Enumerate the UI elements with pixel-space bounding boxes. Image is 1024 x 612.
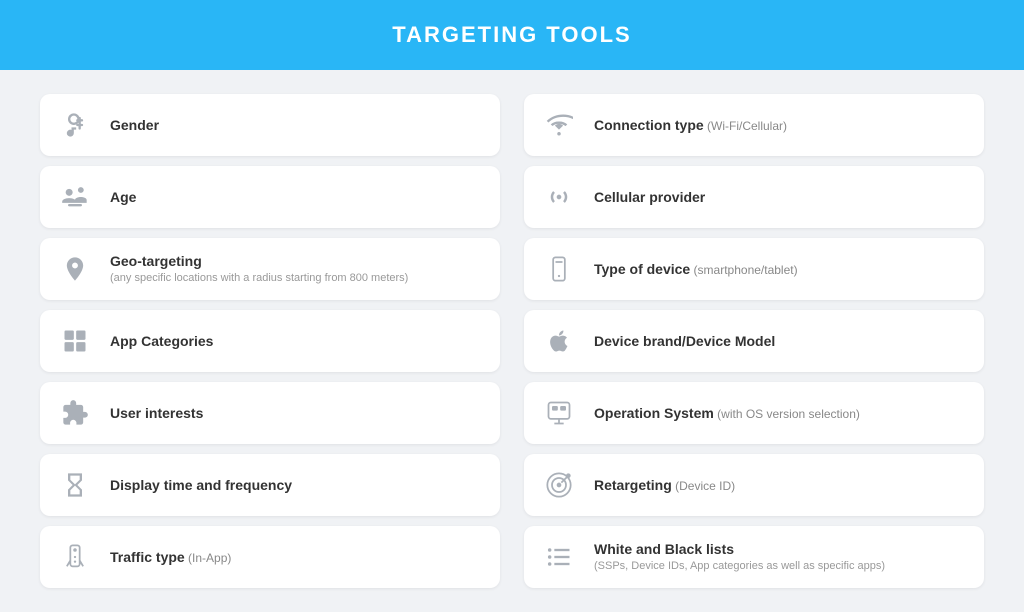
card-subtitle-geo-targeting: (any specific locations with a radius st… xyxy=(110,271,408,285)
card-text-user-interests: User interests xyxy=(110,405,203,421)
card-display-time: Display time and frequency xyxy=(40,454,500,516)
list-icon xyxy=(540,538,578,576)
card-title-traffic-type: Traffic type (In-App) xyxy=(110,549,231,565)
gender-icon xyxy=(56,106,94,144)
card-text-connection-type: Connection type (Wi-Fi/Cellular) xyxy=(594,117,787,133)
hourglass-icon xyxy=(56,466,94,504)
card-cellular-provider: Cellular provider xyxy=(524,166,984,228)
app-icon xyxy=(56,322,94,360)
card-title-type-of-device: Type of device (smartphone/tablet) xyxy=(594,261,798,277)
card-connection-type: Connection type (Wi-Fi/Cellular) xyxy=(524,94,984,156)
os-icon xyxy=(540,394,578,432)
wifi-icon xyxy=(540,106,578,144)
card-operation-system: Operation System (with OS version select… xyxy=(524,382,984,444)
card-gender: Gender xyxy=(40,94,500,156)
cellular-icon xyxy=(540,178,578,216)
target-icon xyxy=(540,466,578,504)
card-app-categories: App Categories xyxy=(40,310,500,372)
card-text-device-brand: Device brand/Device Model xyxy=(594,333,775,349)
card-white-black-lists: White and Black lists (SSPs, Device IDs, … xyxy=(524,526,984,588)
card-title-app-categories: App Categories xyxy=(110,333,213,349)
card-title-gender: Gender xyxy=(110,117,159,133)
card-subtitle-white-black-lists: (SSPs, Device IDs, App categories as wel… xyxy=(594,559,885,573)
card-text-gender: Gender xyxy=(110,117,159,133)
card-type-of-device: Type of device (smartphone/tablet) xyxy=(524,238,984,300)
card-text-app-categories: App Categories xyxy=(110,333,213,349)
card-title-white-black-lists: White and Black lists xyxy=(594,541,885,557)
card-text-operation-system: Operation System (with OS version select… xyxy=(594,405,860,421)
puzzle-icon xyxy=(56,394,94,432)
card-title-connection-type: Connection type (Wi-Fi/Cellular) xyxy=(594,117,787,133)
card-text-type-of-device: Type of device (smartphone/tablet) xyxy=(594,261,798,277)
card-title-operation-system: Operation System (with OS version select… xyxy=(594,405,860,421)
card-title-age: Age xyxy=(110,189,136,205)
card-traffic-type: Traffic type (In-App) xyxy=(40,526,500,588)
card-title-user-interests: User interests xyxy=(110,405,203,421)
card-geo-targeting: Geo-targeting (any specific locations wit… xyxy=(40,238,500,300)
card-title-retargeting: Retargeting (Device ID) xyxy=(594,477,735,493)
card-text-traffic-type: Traffic type (In-App) xyxy=(110,549,231,565)
card-text-white-black-lists: White and Black lists (SSPs, Device IDs, … xyxy=(594,541,885,573)
card-device-brand: Device brand/Device Model xyxy=(524,310,984,372)
page-title: TARGETING TOOLS xyxy=(0,22,1024,48)
card-text-cellular-provider: Cellular provider xyxy=(594,189,705,205)
header: TARGETING TOOLS xyxy=(0,0,1024,70)
device-icon xyxy=(540,250,578,288)
geo-icon xyxy=(56,250,94,288)
traffic-icon xyxy=(56,538,94,576)
card-title-geo-targeting: Geo-targeting xyxy=(110,253,408,269)
age-icon xyxy=(56,178,94,216)
card-title-cellular-provider: Cellular provider xyxy=(594,189,705,205)
card-text-geo-targeting: Geo-targeting (any specific locations wit… xyxy=(110,253,408,285)
card-user-interests: User interests xyxy=(40,382,500,444)
cards-grid: Gender Connection type (Wi-Fi/Cellular) Ag… xyxy=(0,70,1024,612)
card-title-device-brand: Device brand/Device Model xyxy=(594,333,775,349)
card-age: Age xyxy=(40,166,500,228)
card-text-age: Age xyxy=(110,189,136,205)
apple-icon xyxy=(540,322,578,360)
card-retargeting: Retargeting (Device ID) xyxy=(524,454,984,516)
card-text-display-time: Display time and frequency xyxy=(110,477,292,493)
card-title-display-time: Display time and frequency xyxy=(110,477,292,493)
card-text-retargeting: Retargeting (Device ID) xyxy=(594,477,735,493)
